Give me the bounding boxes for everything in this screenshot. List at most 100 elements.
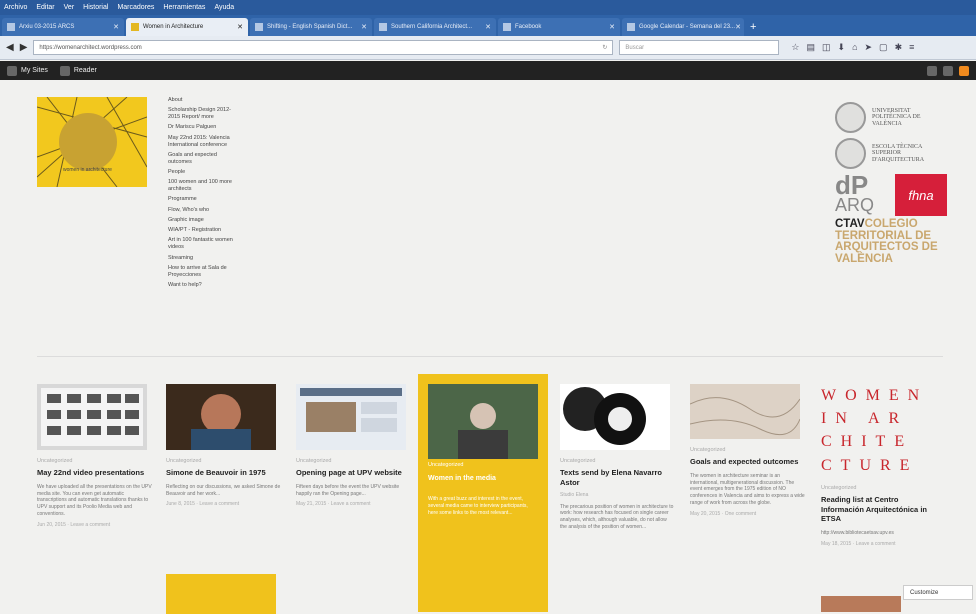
- tab-5[interactable]: Google Calendar - Semana del 23... ✕: [622, 18, 744, 36]
- tab-3[interactable]: Southern California Architect... ✕: [374, 18, 496, 36]
- url-text: https://womenarchitect.wordpress.com: [39, 44, 142, 51]
- reader-button[interactable]: Reader: [59, 65, 97, 76]
- star-icon[interactable]: ☆: [791, 42, 799, 53]
- tab-label: Google Calendar - Semana del 23...: [639, 24, 736, 30]
- dparq-logo[interactable]: dP ARQ: [835, 172, 895, 214]
- post-title[interactable]: Simone de Beauvoir in 1975: [166, 468, 281, 478]
- url-bar[interactable]: https://womenarchitect.wordpress.com ↻: [33, 40, 614, 55]
- post-thumbnail[interactable]: [821, 596, 901, 612]
- nav-item-streaming[interactable]: Streaming: [168, 255, 238, 262]
- search-input[interactable]: Buscar: [619, 40, 780, 55]
- nav-item-programme[interactable]: Programme: [168, 196, 238, 203]
- my-sites-button[interactable]: My Sites: [7, 65, 48, 76]
- nav-item-graphic-image[interactable]: Graphic image: [168, 217, 238, 224]
- library-icon[interactable]: ▤: [806, 42, 815, 53]
- post-title[interactable]: Goals and expected outcomes: [690, 457, 805, 467]
- close-tab-icon[interactable]: ✕: [485, 23, 491, 31]
- post-category[interactable]: Uncategorized: [428, 462, 463, 468]
- post-thumbnail[interactable]: [296, 384, 406, 450]
- post-card[interactable]: Uncategorized May 22nd video presentatio…: [37, 384, 152, 528]
- post-title[interactable]: Opening page at UPV website: [296, 468, 411, 478]
- new-tab-icon[interactable]: +: [750, 21, 756, 33]
- profile-icon[interactable]: [943, 65, 953, 76]
- post-category[interactable]: Uncategorized: [166, 458, 281, 464]
- menu-item-edit[interactable]: Editar: [36, 4, 54, 11]
- notifications-icon[interactable]: [959, 65, 969, 76]
- nav-item-flow[interactable]: Flow, Who's who: [168, 207, 238, 214]
- write-icon[interactable]: [927, 65, 937, 76]
- post-category[interactable]: Uncategorized: [296, 458, 411, 464]
- upv-text: UNIVERSITAT POLITÈCNICA DE VALÈNCIA: [872, 107, 921, 127]
- ctav-logo[interactable]: CTAVCOLEGIO TERRITORIAL DE ARQUITECTOS D…: [835, 218, 950, 265]
- post-category[interactable]: Uncategorized: [690, 447, 805, 453]
- download-icon[interactable]: ⬇: [838, 42, 846, 53]
- pocket-icon[interactable]: ◫: [822, 42, 831, 53]
- post-thumbnail[interactable]: [560, 384, 670, 450]
- post-thumbnail[interactable]: [690, 384, 800, 439]
- favicon-icon: [7, 23, 15, 31]
- post-card[interactable]: Uncategorized Simone de Beauvoir in 1975…: [166, 384, 281, 507]
- post-card[interactable]: Uncategorized Goals and expected outcome…: [690, 384, 805, 517]
- post-category[interactable]: Uncategorized: [560, 458, 675, 464]
- reload-icon[interactable]: ↻: [602, 44, 607, 51]
- upv-logo[interactable]: UNIVERSITAT POLITÈCNICA DE VALÈNCIA: [835, 102, 950, 133]
- menu-item-view[interactable]: Ver: [64, 4, 75, 11]
- menu-item-bookmarks[interactable]: Marcadores: [117, 4, 154, 11]
- nav-item-conference[interactable]: May 22nd 2015: Valencia International co…: [168, 135, 238, 149]
- post-category[interactable]: Uncategorized: [821, 485, 936, 491]
- featured-post-card[interactable]: Uncategorized Women in the media With a …: [418, 374, 548, 612]
- send-icon[interactable]: ➤: [865, 42, 873, 53]
- menu-item-file[interactable]: Archivo: [4, 4, 27, 11]
- puzzle-icon[interactable]: ✱: [895, 42, 903, 53]
- menu-item-help[interactable]: Ayuda: [214, 4, 234, 11]
- back-icon[interactable]: ◀: [6, 42, 14, 53]
- women-in-architecture-poster[interactable]: WOMEN IN AR CHITE CTURE: [821, 384, 931, 477]
- post-excerpt[interactable]: http://www.bibliotecaetsav.upv.es: [821, 530, 936, 537]
- close-tab-icon[interactable]: ✕: [609, 23, 615, 31]
- post-card[interactable]: Uncategorized Texts send by Elena Navarr…: [560, 384, 675, 531]
- tab-strip: Arxiu 03-2015 ARCS ✕ Women in Architectur…: [0, 15, 976, 36]
- post-title[interactable]: Women in the media: [428, 475, 496, 482]
- fhna-logo[interactable]: fhna: [895, 174, 947, 216]
- post-title[interactable]: Texts send by Elena Navarro Astor: [560, 468, 675, 488]
- nav-item-dr[interactable]: Dr Mariscu Palguen: [168, 124, 238, 131]
- post-meta: Studio Elena: [560, 491, 589, 498]
- forward-icon[interactable]: ▶: [20, 42, 28, 53]
- menu-item-tools[interactable]: Herramientas: [163, 4, 205, 11]
- menu-item-history[interactable]: Historial: [83, 4, 108, 11]
- close-tab-icon[interactable]: ✕: [237, 23, 243, 31]
- close-tab-icon[interactable]: ✕: [735, 23, 741, 31]
- post-thumbnail[interactable]: [166, 384, 276, 450]
- post-card[interactable]: Uncategorized Opening page at UPV websit…: [296, 384, 411, 507]
- tab-1[interactable]: Women in Architecture ✕: [126, 18, 248, 36]
- nav-item-registration[interactable]: WIA/PT - Registration: [168, 227, 238, 234]
- site-logo[interactable]: women in architecture: [37, 97, 147, 187]
- poster-line: WOMEN: [821, 387, 929, 404]
- nav-item-people[interactable]: People: [168, 169, 238, 176]
- customize-button[interactable]: Customize: [903, 585, 973, 600]
- nav-item-videos[interactable]: Art in 100 fantastic women videos: [168, 237, 238, 251]
- home-icon[interactable]: ⌂: [852, 42, 857, 53]
- nav-item-how-to-arrive[interactable]: How to arrive at Sala de Proyecciones: [168, 265, 238, 279]
- nav-item-help[interactable]: Want to help?: [168, 282, 238, 289]
- nav-item-100-women[interactable]: 100 women and 100 more architects: [168, 179, 238, 193]
- favicon-icon: [131, 23, 139, 31]
- post-title[interactable]: Reading list at Centro Información Arqui…: [821, 495, 936, 524]
- post-thumbnail[interactable]: [37, 384, 147, 450]
- post-category[interactable]: Uncategorized: [37, 458, 152, 464]
- close-tab-icon[interactable]: ✕: [361, 23, 367, 31]
- post-thumbnail[interactable]: [166, 574, 276, 614]
- tab-4[interactable]: Facebook ✕: [498, 18, 620, 36]
- post-title[interactable]: May 22nd video presentations: [37, 468, 152, 478]
- tab-0[interactable]: Arxiu 03-2015 ARCS ✕: [2, 18, 124, 36]
- chat-icon[interactable]: ▢: [879, 42, 888, 53]
- etsa-logo[interactable]: ESCOLA TÈCNICA SUPERIOR D'ARQUITECTURA: [835, 138, 950, 169]
- nav-item-goals[interactable]: Goals and expected outcomes: [168, 152, 238, 166]
- close-tab-icon[interactable]: ✕: [113, 23, 119, 31]
- post-card[interactable]: WOMEN IN AR CHITE CTURE Uncategorized Re…: [821, 384, 936, 547]
- nav-item-scholarship[interactable]: Scholarship Design 2012-2015 Report/ mor…: [168, 107, 238, 121]
- post-thumbnail[interactable]: [428, 384, 538, 459]
- nav-item-about[interactable]: About: [168, 97, 238, 104]
- tab-2[interactable]: Shifting - English Spanish Dict... ✕: [250, 18, 372, 36]
- menu-icon[interactable]: ≡: [909, 42, 914, 53]
